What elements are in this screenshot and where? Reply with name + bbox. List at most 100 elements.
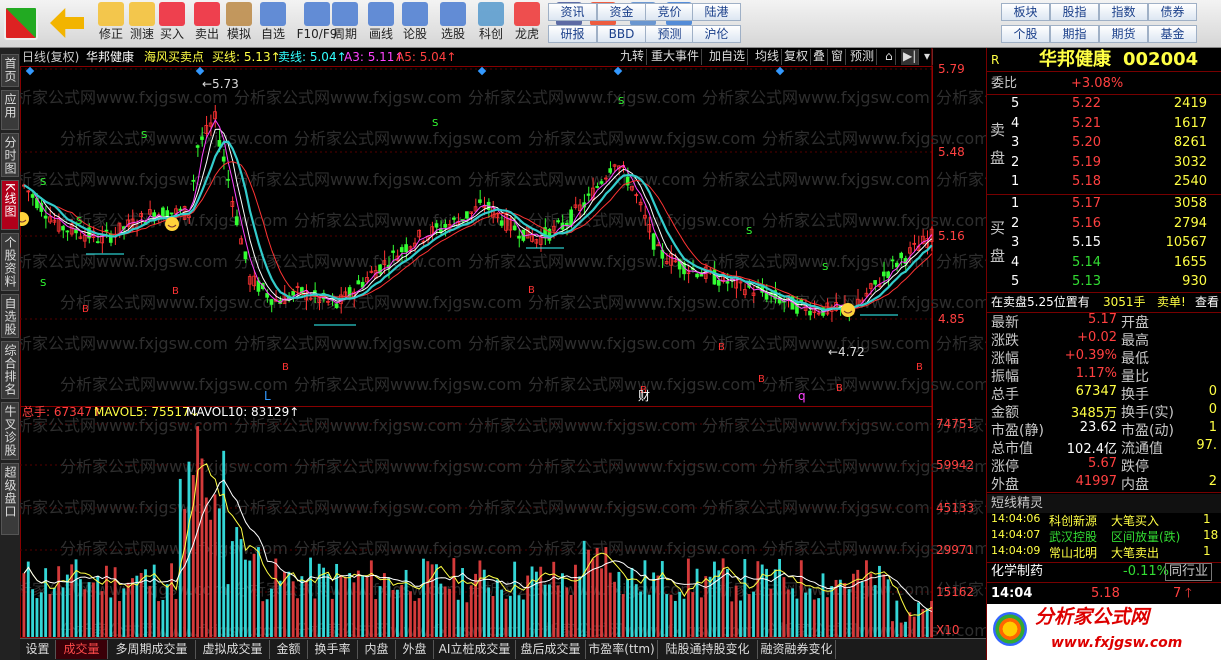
bottom-tab-12[interactable]: 融资融券变化 [758,640,836,659]
side-tab-1[interactable]: 应用 [1,90,19,130]
toolbar-item-4[interactable]: 模拟 [222,2,256,41]
toolbar-small-8[interactable]: 板块 [1001,3,1050,21]
side-tab-3[interactable]: K线图 [1,180,19,230]
toolbar-item-5[interactable]: 自选 [256,2,290,41]
volume-bar [613,581,616,637]
bottom-tab-10[interactable]: 市盈率(ttm) [586,640,658,659]
toolbar-small-0[interactable]: 资讯 [548,3,597,21]
peer-industry-button[interactable]: 同行业 [1165,563,1213,581]
toolbar-item-1[interactable]: 测速 [125,2,159,41]
toolbar-item-3[interactable]: 卖出 [190,2,224,41]
candle-body [890,259,895,262]
toolbar-small-5[interactable]: BBD [597,25,646,43]
volume-bar [843,583,847,637]
side-tab-0[interactable]: 首页 [1,54,19,87]
toolbar-small-4[interactable]: 研报 [548,25,597,43]
sprite-stock[interactable]: 武汉控股 [1049,528,1097,545]
bottom-tab-7[interactable]: 外盘 [396,640,434,659]
side-tab-4[interactable]: 个股资料 [1,233,19,291]
kline-chart-svg[interactable]: 分析家公式网www.fxjgsw.com 分析家公式网www.fxjgsw.com… [20,48,986,638]
toolbar-small-9[interactable]: 股指 [1050,3,1099,21]
side-tab-8[interactable]: 超级盘口 [1,463,19,535]
toolbar-small-1[interactable]: 资金 [597,3,646,21]
toolbar-small-2[interactable]: 竞价 [645,3,694,21]
stat-value: 102.4亿 [1066,442,1117,457]
toolbar-small-10[interactable]: 指数 [1099,3,1148,21]
notice-view-link[interactable]: 查看 [1195,293,1219,312]
kline-chart-area[interactable]: 日线(复权) 华邦健康 海风买卖点 买线: 5.13↑ 卖线: 5.04↑ A3: 5.1… [20,48,986,638]
industry-name[interactable]: 化学制药 [991,562,1043,581]
event-diamond-icon[interactable] [195,66,205,76]
toolbar-label: 模拟 [226,27,251,41]
bottom-tab-9[interactable]: 盘后成交量 [516,640,586,659]
buy-price[interactable]: 5.16 [1047,216,1101,231]
toolbar-item-8[interactable]: 画线 [364,2,398,41]
toolbar-item-0[interactable]: 修正 [94,2,128,41]
toolbar-item-12[interactable]: 龙虎 [510,2,544,41]
volume-bar [587,549,590,637]
toolbar-small-6[interactable]: 预测 [645,25,694,43]
sell-price[interactable]: 5.22 [1047,96,1101,111]
notice-text: 在卖盘5.25位置有 [991,295,1090,309]
bottom-tab-0[interactable]: 设置 [20,640,56,659]
toolbar-item-7[interactable]: 周期 [328,2,362,41]
bottom-tab-6[interactable]: 内盘 [358,640,396,659]
event-diamond-icon[interactable] [477,66,487,76]
sell-price[interactable]: 5.20 [1047,135,1101,150]
volume-bar [61,587,65,637]
bottom-tab-3[interactable]: 虚拟成交量 [196,640,270,659]
bottom-tab-5[interactable]: 换手率 [308,640,358,659]
event-mark[interactable]: 财 [638,389,650,403]
event-diamond-icon[interactable] [613,66,623,76]
sell-price[interactable]: 5.19 [1047,155,1101,170]
event-mark[interactable]: q [798,389,806,403]
event-diamond-icon[interactable] [25,66,35,76]
back-button[interactable] [50,8,84,39]
bottom-tab-4[interactable]: 金额 [270,640,308,659]
toolbar-small-7[interactable]: 沪伦 [692,25,741,43]
logo-text: 分析家公式网 [1035,606,1150,628]
toolbar-small-13[interactable]: 期指 [1050,25,1099,43]
candle-body [217,140,222,147]
side-tab-5[interactable]: 自选股 [1,294,19,338]
event-mark[interactable]: L [264,389,271,403]
toolbar-item-9[interactable]: 论股 [398,2,432,41]
buy-price[interactable]: 5.13 [1047,274,1101,289]
volume-bar [426,561,430,637]
buy-signal-marker: B [836,383,843,394]
sprite-stock[interactable]: 科创新源 [1049,512,1097,529]
volume-bar [161,599,165,637]
sell-side-label: 卖盘 [990,116,1005,172]
toolbar-small-12[interactable]: 个股 [1001,25,1050,43]
toolbar-small-14[interactable]: 期货 [1099,25,1148,43]
side-tab-6[interactable]: 综合排名 [1,341,19,399]
candle-body [269,299,274,305]
toolbar-small-11[interactable]: 债券 [1148,3,1197,21]
buy-price[interactable]: 5.15 [1047,235,1101,250]
toolbar-item-10[interactable]: 选股 [436,2,470,41]
bottom-tab-1[interactable]: 成交量 [56,640,108,659]
weibi-value: +3.08% [1071,76,1124,91]
volume-bar [543,584,547,637]
bottom-tab-2[interactable]: 多周期成交量 [108,640,196,659]
sell-price[interactable]: 5.21 [1047,116,1101,131]
side-tab-2[interactable]: 分时图 [1,133,19,177]
toolbar-item-11[interactable]: 科创 [474,2,508,41]
sprite-stock[interactable]: 常山北明 [1049,544,1097,561]
event-diamond-icon[interactable] [775,66,785,76]
volume-bar [474,573,477,637]
volume-bar [39,592,43,637]
sell-price[interactable]: 5.18 [1047,174,1101,189]
bottom-tab-11[interactable]: 陆股通持股变化 [658,640,758,659]
toolbar-item-2[interactable]: 买入 [155,2,189,41]
side-tab-7[interactable]: 牛叉诊股 [1,402,19,460]
app-logo[interactable] [4,6,38,41]
toolbar-small-15[interactable]: 基金 [1148,25,1197,43]
toolbar-small-3[interactable]: 陆港 [692,3,741,21]
bottom-tab-8[interactable]: AI立桩成交量 [434,640,516,659]
volume-bar [144,569,147,637]
volume-bar [730,601,734,637]
buy-price[interactable]: 5.17 [1047,196,1101,211]
buy-price[interactable]: 5.14 [1047,255,1101,270]
volume-bar [65,574,69,637]
